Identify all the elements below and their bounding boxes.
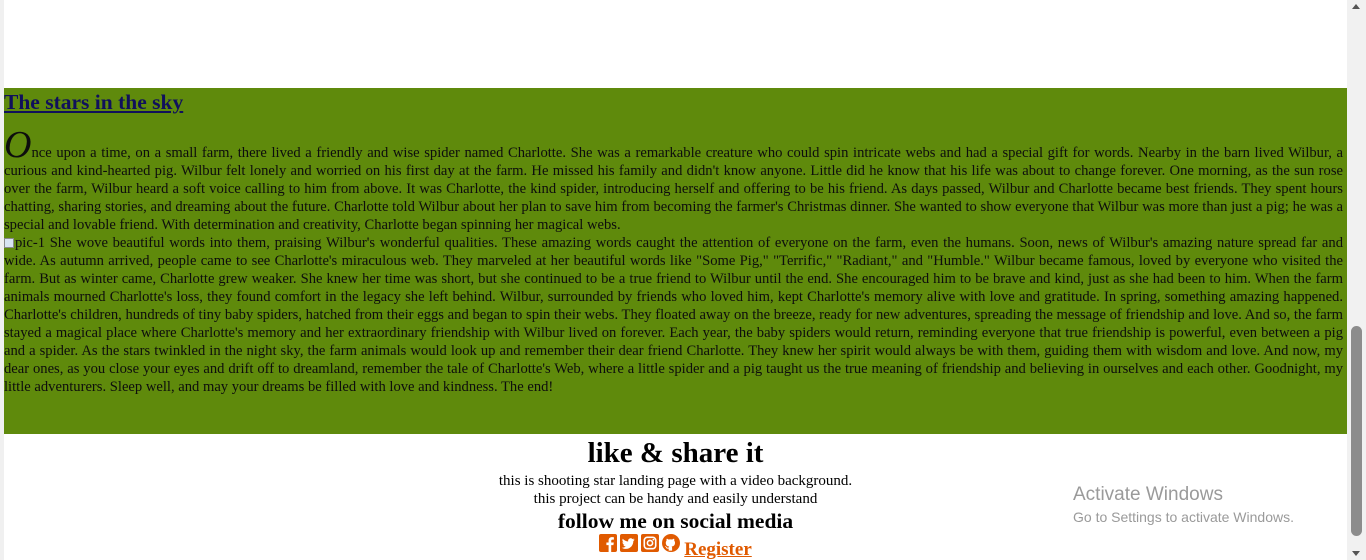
story-image-placeholder: pic-1 xyxy=(4,235,45,251)
facebook-icon[interactable] xyxy=(599,534,618,552)
register-link[interactable]: Register xyxy=(684,539,752,560)
story-paragraph-1: nce upon a time, on a small farm, there … xyxy=(4,145,1343,233)
activate-windows-subtitle: Go to Settings to activate Windows. xyxy=(1073,509,1294,525)
broken-image-icon xyxy=(4,238,14,248)
scroll-down-arrow-icon[interactable] xyxy=(1352,551,1360,556)
twitter-icon[interactable] xyxy=(620,534,639,552)
social-links: Register xyxy=(4,534,1347,560)
story-text: Once upon a time, on a small farm, there… xyxy=(4,126,1343,396)
story-image-alt: pic-1 xyxy=(15,235,45,251)
activate-windows-title: Activate Windows xyxy=(1073,484,1223,505)
page: The stars in the sky Once upon a time, o… xyxy=(0,0,1366,560)
github-icon[interactable] xyxy=(662,534,681,552)
scrollbar-thumb[interactable] xyxy=(1351,326,1362,536)
story-title-link[interactable]: The stars in the sky xyxy=(4,90,183,114)
story-paragraph-2: She wove beautiful words into them, prai… xyxy=(4,235,1343,395)
activate-windows-watermark: Activate Windows Go to Settings to activ… xyxy=(1073,484,1294,528)
scroll-up-arrow-icon[interactable] xyxy=(1352,4,1360,9)
story-dropcap: O xyxy=(4,124,32,166)
vertical-scrollbar[interactable] xyxy=(1347,0,1366,560)
footer-heading: like & share it xyxy=(587,437,764,469)
story-section: The stars in the sky Once upon a time, o… xyxy=(4,88,1347,434)
instagram-icon[interactable] xyxy=(641,534,660,552)
